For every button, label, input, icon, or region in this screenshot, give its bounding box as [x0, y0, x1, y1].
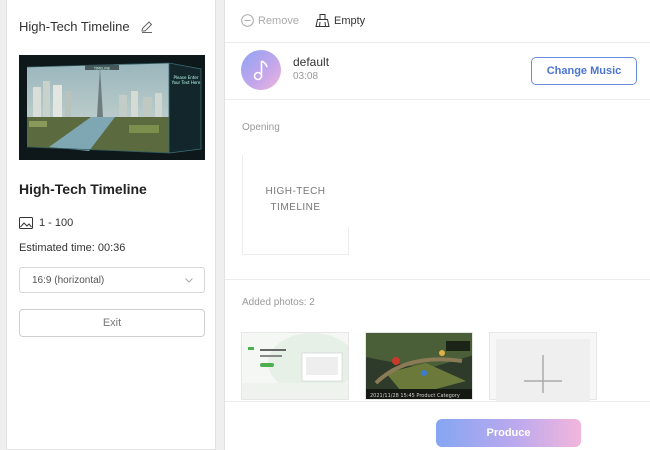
music-duration: 03:08: [293, 71, 319, 82]
music-row: default 03:08 Change Music: [225, 43, 650, 100]
remove-label: Remove: [258, 14, 299, 27]
photo-caption: 2021/11/28 15:45 Product Category: [370, 393, 460, 399]
exit-button[interactable]: Exit: [19, 309, 205, 337]
aspect-ratio-select[interactable]: 16:9 (horizontal): [19, 267, 205, 293]
image-icon: [19, 217, 33, 229]
music-note-icon: [253, 60, 268, 81]
project-header: High-Tech Timeline: [19, 19, 154, 34]
thumbnail-overlay-side: Please Enter Your Text Here: [171, 75, 201, 85]
project-panel: High-Tech Timeline TIMELINE Please Enter…: [6, 0, 216, 450]
bottom-bar: Produce: [225, 401, 650, 450]
produce-button[interactable]: Produce: [436, 419, 581, 447]
estimated-time: Estimated time: 00:36: [19, 242, 126, 254]
aspect-ratio-value: 16:9 (horizontal): [32, 274, 105, 286]
template-thumbnail: TIMELINE Please Enter Your Text Here: [19, 55, 205, 160]
remove-button[interactable]: Remove: [241, 14, 299, 27]
add-photo-button[interactable]: [489, 332, 597, 401]
empty-label: Empty: [334, 14, 366, 27]
project-header-title: High-Tech Timeline: [19, 19, 130, 34]
opening-card-text: HIGH-TECH TIMELINE: [265, 186, 326, 213]
minus-circle-icon: [241, 14, 254, 27]
thumbnail-overlay-top: TIMELINE: [93, 67, 110, 71]
opening-card[interactable]: HIGH-TECH TIMELINE: [242, 155, 350, 255]
project-title: High-Tech Timeline: [19, 181, 147, 197]
added-photos-label: Added photos: 2: [242, 297, 315, 308]
photo-range-text: 1 - 100: [39, 217, 74, 229]
section-divider: [225, 279, 650, 280]
plus-icon: [524, 355, 562, 393]
chevron-down-icon: [185, 278, 193, 283]
broom-icon: [315, 14, 330, 27]
photo-thumbnail[interactable]: 2021/11/28 15:45 Product Category: [365, 332, 473, 400]
empty-button[interactable]: Empty: [315, 14, 365, 27]
change-music-button[interactable]: Change Music: [531, 57, 637, 85]
editor-panel: Remove Empty default 03:08 Change Music …: [224, 0, 650, 450]
music-name: default: [293, 55, 330, 69]
photo-thumbnail[interactable]: [241, 332, 349, 400]
edit-pencil-icon[interactable]: [140, 20, 154, 34]
music-disc: [241, 50, 281, 90]
opening-label: Opening: [242, 122, 280, 133]
toolbar: Remove Empty: [225, 0, 650, 43]
photo-range: 1 - 100: [19, 217, 73, 229]
